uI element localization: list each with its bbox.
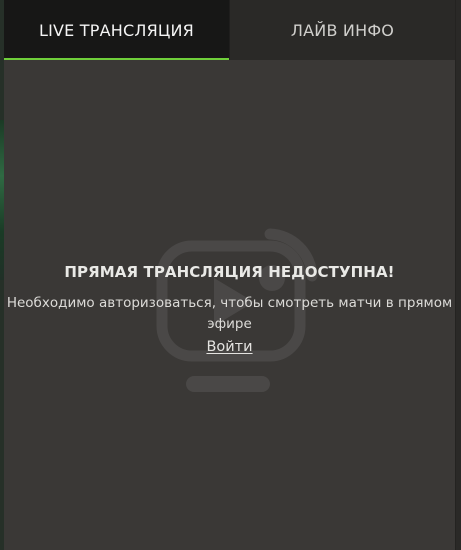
login-link[interactable]: Войти — [206, 339, 252, 355]
live-stream-panel: LIVE ТРАНСЛЯЦИЯ ЛАЙВ ИНФО ПРЯМАЯ ТРАНСЛЯ… — [0, 0, 461, 550]
message-title: ПРЯМАЯ ТРАНСЛЯЦИЯ НЕДОСТУПНА! — [64, 263, 395, 281]
right-edge-strip — [455, 0, 461, 550]
tab-live-info[interactable]: ЛАЙВ ИНФО — [229, 0, 455, 60]
tab-bar: LIVE ТРАНСЛЯЦИЯ ЛАЙВ ИНФО — [4, 0, 455, 60]
stream-content-area: ПРЯМАЯ ТРАНСЛЯЦИЯ НЕДОСТУПНА! Необходимо… — [4, 60, 455, 550]
tab-live-info-label: ЛАЙВ ИНФО — [290, 20, 395, 40]
unavailable-message: ПРЯМАЯ ТРАНСЛЯЦИЯ НЕДОСТУПНА! Необходимо… — [4, 263, 455, 355]
tab-live-stream-label: LIVE ТРАНСЛЯЦИЯ — [39, 20, 194, 40]
tab-live-stream[interactable]: LIVE ТРАНСЛЯЦИЯ — [4, 0, 229, 60]
message-text: Необходимо авторизоваться, чтобы смотрет… — [6, 295, 453, 332]
